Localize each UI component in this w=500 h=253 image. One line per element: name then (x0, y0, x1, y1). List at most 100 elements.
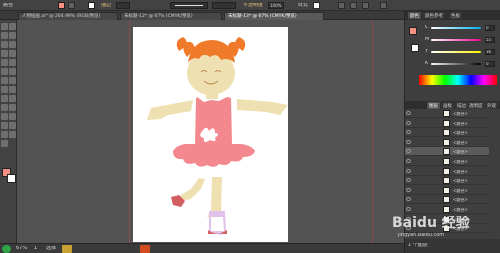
tab-document-2[interactable]: 未标题-12* @ 67% (CMYK/预览) (120, 12, 222, 20)
visibility-eye-icon[interactable] (406, 120, 411, 125)
blend-tool-icon[interactable] (1, 113, 8, 120)
variable-width-profile[interactable] (170, 2, 208, 9)
status-page[interactable]: 1 (34, 246, 37, 251)
layer-row[interactable]: <路径> (405, 166, 489, 176)
channel-value[interactable]: 36 (485, 49, 495, 55)
channel-track[interactable] (431, 51, 481, 53)
tab-transparency[interactable]: 透明度 (467, 102, 485, 109)
layer-thumbnail (443, 158, 450, 165)
zoom-tool-icon[interactable] (1, 140, 8, 147)
tab-artboards[interactable]: 画板 (441, 102, 454, 109)
color-slider-k[interactable]: K0 (425, 61, 497, 67)
free-transform-tool-icon[interactable] (1, 86, 8, 93)
channel-track[interactable] (431, 63, 481, 65)
stroke-label[interactable]: 描边 (101, 3, 111, 8)
layer-row[interactable]: <路径> (405, 128, 489, 138)
layer-row[interactable]: <路径> (405, 185, 489, 195)
opacity-label[interactable]: 不透明度 (243, 3, 263, 8)
rotate-tool-icon[interactable] (9, 68, 16, 75)
tab-swatches[interactable]: 色板 (449, 12, 462, 19)
rectangle-tool-icon[interactable] (9, 50, 16, 57)
type-tool-icon[interactable] (9, 41, 16, 48)
stroke-swatch[interactable] (88, 2, 95, 9)
layer-row[interactable]: <路径> (405, 176, 489, 186)
layer-row[interactable]: <路径> (405, 137, 489, 147)
channel-track[interactable] (431, 27, 481, 29)
visibility-eye-icon[interactable] (406, 130, 411, 135)
pen-tool-icon[interactable] (1, 41, 8, 48)
channel-value[interactable]: 55 (485, 37, 495, 43)
tab-color[interactable]: 颜色 (408, 12, 421, 19)
width-tool-icon[interactable] (9, 77, 16, 84)
panel-fill-swatch[interactable] (409, 27, 417, 35)
eraser-tool-icon[interactable] (1, 68, 8, 75)
visibility-eye-icon[interactable] (406, 197, 411, 202)
graphic-style-swatch[interactable] (313, 2, 320, 9)
paintbrush-tool-icon[interactable] (1, 59, 8, 66)
slice-tool-icon[interactable] (1, 131, 8, 138)
perspective-tool-icon[interactable] (1, 95, 8, 102)
channel-label: Y (425, 49, 429, 54)
direct-selection-tool-icon[interactable] (9, 23, 16, 30)
illustrator-icon[interactable] (140, 245, 150, 253)
shape-builder-tool-icon[interactable] (9, 86, 16, 93)
visibility-eye-icon[interactable] (406, 149, 411, 154)
ballerina-illustration[interactable] (133, 27, 288, 242)
eyedropper-tool-icon[interactable] (9, 104, 16, 111)
lasso-tool-icon[interactable] (9, 32, 16, 39)
transform-icon[interactable] (350, 2, 357, 9)
color-slider-m[interactable]: M 55 (425, 37, 497, 43)
visibility-eye-icon[interactable] (406, 111, 411, 115)
channel-track[interactable] (431, 39, 481, 41)
visibility-eye-icon[interactable] (406, 168, 411, 173)
control-bar: 路径 描边 不透明度 100% 样式 (0, 0, 500, 11)
color-slider-c[interactable]: C0 (425, 25, 497, 31)
visibility-eye-icon[interactable] (406, 139, 411, 144)
opacity-field[interactable]: 100% (268, 2, 284, 9)
pencil-tool-icon[interactable] (9, 59, 16, 66)
tab-document-1[interactable]: 人物插画.ai* @ 264.99% (RGB/预览) (18, 12, 118, 20)
tab-layers[interactable]: 图层 (427, 102, 440, 109)
layer-row[interactable]: <路径> (405, 147, 489, 157)
isolate-icon[interactable] (362, 2, 369, 9)
start-icon[interactable] (2, 245, 11, 253)
panel-menu-icon[interactable] (380, 2, 387, 9)
visibility-eye-icon[interactable] (406, 187, 411, 192)
selection-tool-icon[interactable] (1, 23, 8, 30)
mesh-tool-icon[interactable] (9, 95, 16, 102)
status-zoom[interactable]: 67% (16, 246, 27, 251)
layer-thumbnail (443, 167, 450, 175)
channel-value[interactable]: 0 (485, 61, 495, 67)
graph-tool-icon[interactable] (1, 122, 8, 129)
stroke-weight-field[interactable] (116, 2, 130, 9)
visibility-eye-icon[interactable] (406, 178, 411, 183)
tools-stroke-swatch[interactable] (7, 174, 16, 183)
layer-row[interactable]: <路径> (405, 118, 489, 128)
color-slider-y[interactable]: Y 36 (425, 49, 497, 55)
color-spectrum[interactable] (419, 75, 497, 85)
line-tool-icon[interactable] (1, 50, 8, 57)
artboard[interactable] (133, 27, 288, 242)
watermark-url: jingyan.baidu.com (398, 233, 445, 238)
symbol-sprayer-tool-icon[interactable] (9, 113, 16, 120)
align-icon[interactable] (338, 2, 345, 9)
tab-color-guide[interactable]: 颜色参考 (423, 12, 445, 19)
artboard-tool-icon[interactable] (9, 122, 16, 129)
gradient-tool-icon[interactable] (1, 104, 8, 111)
hand-tool-icon[interactable] (9, 131, 16, 138)
tab-appearance[interactable]: 外观 (485, 102, 498, 109)
scale-tool-icon[interactable] (1, 77, 8, 84)
tab-document-3[interactable]: 未标题-13* @ 67% (CMYK/预览) (224, 12, 324, 20)
magic-wand-tool-icon[interactable] (1, 32, 8, 39)
fill-dropdown-icon[interactable] (68, 2, 75, 9)
layers-header: 图层 画板 描边 透明度 外观 (405, 101, 500, 109)
explorer-icon[interactable] (62, 245, 72, 253)
visibility-eye-icon[interactable] (406, 159, 411, 163)
channel-value[interactable]: 0 (485, 25, 495, 31)
brush-definition[interactable] (212, 2, 236, 9)
layer-thumbnail (443, 129, 450, 137)
layer-row[interactable]: <路径> (405, 109, 489, 118)
panel-stroke-swatch[interactable] (411, 44, 419, 52)
fill-swatch[interactable] (58, 2, 65, 9)
layer-row[interactable]: <路径> (405, 157, 489, 166)
